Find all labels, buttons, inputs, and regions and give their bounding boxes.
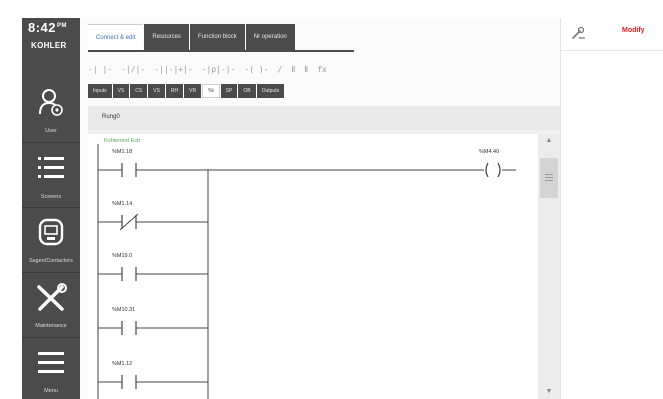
editor-header: Rung0 bbox=[88, 106, 560, 130]
filter-vs[interactable]: VS bbox=[112, 84, 130, 98]
contact-no[interactable] bbox=[121, 321, 137, 335]
tab-connect-edit[interactable]: Connect & edit bbox=[88, 24, 144, 51]
filter-vr[interactable]: VR bbox=[184, 84, 202, 98]
filter-i[interactable]: %i bbox=[202, 84, 220, 98]
contact-nc[interactable] bbox=[119, 213, 139, 231]
clock-time: 8:42 bbox=[28, 20, 57, 35]
sidebar: 8:42PM KOHLER User Screens Ssgen/Contact… bbox=[22, 18, 80, 399]
sidebar-item-maintenance[interactable]: Maintenance bbox=[22, 275, 80, 333]
wrench-pen-icon[interactable] bbox=[571, 26, 587, 40]
filter-cs[interactable]: CS bbox=[130, 84, 148, 98]
grip-line bbox=[545, 180, 553, 181]
top-tabs: Connect & edit Resources Function block … bbox=[88, 24, 296, 51]
right-panel-header: Modify bbox=[561, 18, 663, 51]
tool-branch-open[interactable]: Ⅱ bbox=[291, 65, 295, 74]
contact-label: %M1.12 bbox=[112, 361, 132, 367]
contact-no[interactable] bbox=[121, 375, 137, 389]
filter-ob[interactable]: OB bbox=[238, 84, 256, 98]
modify-button[interactable]: Modify bbox=[622, 27, 645, 34]
sidebar-item-label: Screens bbox=[40, 194, 62, 200]
tool-line[interactable]: / bbox=[278, 65, 283, 74]
tool-falling-edge[interactable]: -|p|-|- bbox=[202, 65, 236, 74]
divider bbox=[22, 337, 80, 338]
clock-suffix: PM bbox=[57, 22, 68, 29]
filter-inputs[interactable]: Inputs bbox=[88, 84, 112, 98]
contact-label: %M19.0 bbox=[112, 253, 132, 259]
menu-icon bbox=[38, 352, 64, 373]
tab-underline bbox=[88, 50, 354, 52]
filter-sp[interactable]: SP bbox=[220, 84, 238, 98]
contact-label: %M1.14 bbox=[112, 201, 132, 207]
scroll-down-icon[interactable]: ▼ bbox=[538, 385, 560, 399]
rung-name: Rung0 bbox=[102, 114, 120, 120]
coil[interactable] bbox=[485, 162, 501, 178]
tool-no-contact[interactable]: -| |- bbox=[88, 65, 112, 74]
filter-rh[interactable]: RH bbox=[165, 84, 184, 98]
tools-icon bbox=[37, 283, 67, 311]
scroll-up-icon[interactable]: ▲ bbox=[538, 134, 560, 148]
sidebar-item-user[interactable]: User bbox=[22, 80, 80, 138]
tab-function-block[interactable]: Function block bbox=[190, 24, 245, 50]
user-gear-icon bbox=[39, 89, 63, 116]
divider bbox=[22, 272, 80, 273]
tab-resources[interactable]: Resources bbox=[144, 24, 190, 50]
tool-function[interactable]: fx bbox=[317, 65, 327, 74]
ladder-editor: Rung0 Kohlermot Ecb %M1.18 %M4.40 %M1.14… bbox=[88, 106, 560, 399]
sidebar-item-label: Menu bbox=[44, 388, 58, 394]
contact-no[interactable] bbox=[121, 163, 137, 177]
sidebar-item-label: Ssgen/Contactors bbox=[29, 258, 73, 264]
ladder-diagram: %M1.18 %M4.40 %M1.14 %M19.0 %M10.31 %M1.… bbox=[97, 144, 516, 399]
tool-nc-contact[interactable]: -|/|- bbox=[121, 65, 145, 74]
contact-no[interactable] bbox=[121, 267, 137, 281]
sidebar-item-label: User bbox=[45, 128, 57, 134]
sidebar-item-menu[interactable]: Menu bbox=[22, 340, 80, 398]
generator-icon bbox=[38, 218, 64, 246]
operand-filters: Inputs VS CS VS RH VR %i SP OB Outputs bbox=[88, 84, 285, 98]
sidebar-item-ssgen[interactable]: Ssgen/Contactors bbox=[22, 210, 80, 268]
ladder-canvas[interactable]: Kohlermot Ecb %M1.18 %M4.40 %M1.14 %M19.… bbox=[88, 134, 538, 399]
divider bbox=[22, 142, 80, 143]
tab-nr-operation[interactable]: Nr operation bbox=[245, 24, 295, 50]
sidebar-item-screens[interactable]: Screens bbox=[22, 146, 80, 204]
grip-line bbox=[545, 174, 553, 175]
tool-branch-close[interactable]: Ⅱ bbox=[304, 65, 308, 74]
right-panel: Modify bbox=[560, 18, 663, 399]
filter-vs-2[interactable]: VS bbox=[148, 84, 165, 98]
divider bbox=[22, 207, 80, 208]
app-window: 8:42PM KOHLER User Screens Ssgen/Contact… bbox=[22, 18, 663, 399]
ladder-toolbar: -| |- -|/|- -||-|+|- -|p|-|- -( )- / Ⅱ Ⅱ… bbox=[88, 60, 336, 78]
tool-rising-edge[interactable]: -||-|+|- bbox=[154, 65, 193, 74]
sidebar-item-label: Maintenance bbox=[35, 323, 67, 329]
coil-label: %M4.40 bbox=[479, 149, 499, 155]
kohler-logo: KOHLER bbox=[31, 41, 67, 50]
editor-scrollbar[interactable]: ▲ ▼ bbox=[538, 134, 560, 399]
list-icon bbox=[38, 157, 64, 178]
grip-line bbox=[545, 177, 553, 178]
contact-label: %M10.31 bbox=[112, 307, 135, 313]
clock: 8:42PM bbox=[28, 20, 67, 35]
scroll-thumb[interactable] bbox=[540, 158, 558, 198]
contact-label: %M1.18 bbox=[112, 149, 132, 155]
tool-coil[interactable]: -( )- bbox=[244, 65, 268, 74]
filter-outputs[interactable]: Outputs bbox=[256, 84, 285, 98]
